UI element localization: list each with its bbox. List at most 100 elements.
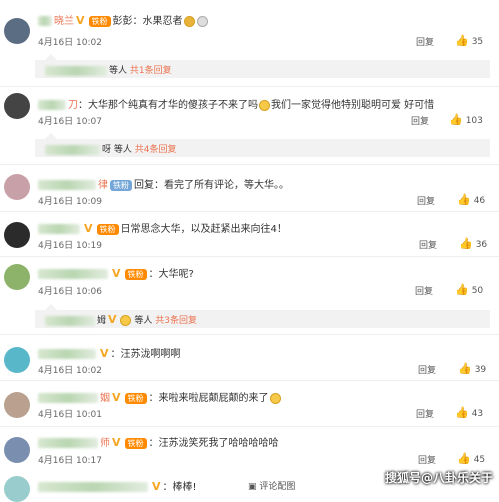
avatar[interactable] [4,347,30,373]
reply-button[interactable]: 回复 [416,35,434,48]
vip-icon: V [112,436,121,449]
reply-button[interactable]: 回复 [411,114,429,127]
like-button[interactable]: 👍 45 [457,452,485,465]
comment-text-2: 我们一家觉得他特别聪明可爱 好可惜 [271,100,435,111]
comment-text: 日常思念大华，以及赶紧出来向往4！ [120,224,287,235]
like-count: 39 [474,365,487,375]
avatar[interactable] [4,476,30,502]
watermark: 搜狐号@八卦乐关于 [384,471,493,485]
like-count: 45 [473,455,486,465]
username[interactable]: 刀 [68,100,78,111]
fan-badge: 铁粉 [124,268,147,280]
timestamp: 4月16日 10:01 [38,410,102,420]
thumbs-up-icon: 👍 [455,34,469,47]
divider [0,256,499,257]
like-count: 50 [471,286,484,296]
timestamp: 4月16日 10:02 [38,366,102,376]
vip-icon: V [100,347,109,360]
comment-text: 汪苏泷啊啊啊 [120,349,181,360]
sub-reply-bar-3[interactable]: 姆V 等人 共3条回复 [35,304,490,328]
avatar[interactable] [4,174,30,200]
divider [0,86,499,87]
vip-icon: V [112,391,121,404]
sub-reply-text: 等人 [134,316,153,326]
avatar[interactable] [4,392,30,418]
view-replies-link[interactable]: 共1条回复 [130,66,172,76]
sub-reply-name[interactable]: 姆 [97,316,106,326]
thumbs-up-icon: 👍 [455,406,469,419]
username[interactable]: 姻 [100,393,110,404]
timestamp: 4月16日 10:17 [38,456,102,466]
comment-text: 来啦来啦屁颠屁颠的来了 [158,393,269,404]
thumbs-up-icon: 👍 [449,113,463,126]
thumbs-up-icon: 👍 [459,237,473,250]
vip-icon: V [152,480,161,493]
avatar[interactable] [4,264,30,290]
comment-text: 彭彭：水果忍者 [112,16,183,27]
comment-text: 汪苏泷笑死我了哈哈哈哈哈 [158,438,279,449]
fan-badge: 铁粉 [110,179,132,191]
like-count: 103 [465,116,483,126]
like-button[interactable]: 👍 35 [455,34,483,47]
username[interactable]: 晓兰 [54,16,74,27]
ghost-emoji-icon [196,15,208,27]
like-count: 46 [473,196,486,206]
reply-button[interactable]: 回复 [419,238,437,251]
timestamp: 4月16日 10:07 [38,117,102,127]
view-image-button[interactable]: ▣ 评论配图 [248,479,295,492]
divider [0,334,499,335]
dizzy-emoji-icon [269,392,281,404]
fan-badge: 铁粉 [124,392,147,404]
reply-button[interactable]: 回复 [418,363,436,376]
reply-button[interactable]: 回复 [418,453,436,466]
timestamp: 4月16日 10:06 [38,287,102,297]
thumbs-up-icon: 👍 [457,452,471,465]
view-replies-link[interactable]: 共3条回复 [155,316,197,326]
timestamp: 4月16日 10:02 [38,38,102,48]
avatar[interactable] [4,437,30,463]
username[interactable]: 律 [98,180,108,191]
reply-button[interactable]: 回复 [416,407,434,420]
vip-icon: V [112,267,121,280]
fan-badge: 铁粉 [96,223,119,235]
sub-reply-name[interactable]: 呀 [102,145,111,155]
like-count: 36 [475,240,488,250]
vip-icon: V [84,222,93,235]
reply-button[interactable]: 回复 [415,284,433,297]
thumbs-up-icon: 👍 [455,283,469,296]
sub-reply-text: 等人 [113,145,132,155]
sub-reply-bar-1[interactable]: 等人 共1条回复 [35,54,490,78]
sub-reply-bar-2[interactable]: 呀 等人 共4条回复 [35,133,490,157]
like-count: 35 [471,37,484,47]
like-button[interactable]: 👍 46 [457,193,485,206]
fan-badge: 铁粉 [88,15,111,27]
thumbs-up-icon: 👍 [458,362,472,375]
view-replies-link[interactable]: 共4条回复 [135,145,177,155]
thumbs-up-icon: 👍 [457,193,471,206]
comment-text: 棒棒! [172,482,197,493]
avatar[interactable] [4,222,30,248]
comment-text: ：大华呢? [148,269,194,280]
like-button[interactable]: 👍 103 [449,113,483,126]
avatar[interactable] [4,18,30,44]
laugh-emoji-icon [119,315,131,326]
like-button[interactable]: 👍 39 [458,362,486,375]
divider [0,380,499,381]
like-count: 43 [471,409,484,419]
divider [0,426,499,427]
fan-badge: 铁粉 [124,437,147,449]
comment-text: 回复：看完了所有评论，等大华。。 [134,180,289,191]
avatar[interactable] [4,93,30,119]
vip-icon: V [76,14,85,27]
divider [0,211,499,212]
like-button[interactable]: 👍 43 [455,406,483,419]
laugh-emoji-icon [259,99,270,111]
reply-button[interactable]: 回复 [417,194,435,207]
sub-reply-text: 等人 [109,66,128,76]
timestamp: 4月16日 10:19 [38,241,102,251]
like-button[interactable]: 👍 50 [455,283,483,296]
vip-icon: V [108,313,117,326]
comment-text: 大华那个纯真有才华的傻孩子不来了吗 [88,100,258,111]
username[interactable]: 师 [100,438,110,449]
like-button[interactable]: 👍 36 [459,237,487,250]
